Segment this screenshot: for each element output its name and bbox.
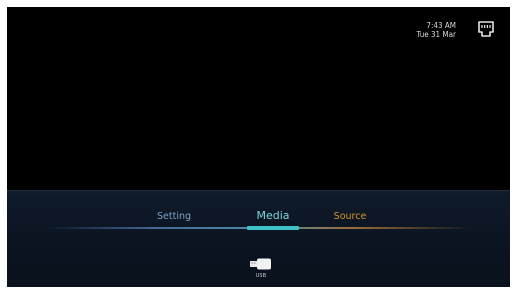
usb-label: USB	[255, 273, 267, 279]
menu-panel: Setting Media Source USB	[7, 190, 510, 287]
selected-tab-indicator	[247, 226, 299, 230]
tab-setting[interactable]: Setting	[157, 211, 191, 223]
usb-media-item[interactable]: USB	[249, 258, 273, 279]
tab-media[interactable]: Media	[256, 210, 289, 222]
tab-source[interactable]: Source	[334, 211, 367, 223]
clock-date: Tue 31 Mar	[416, 30, 456, 39]
clock-time: 7:43 AM	[426, 21, 456, 30]
menu-tabs: Setting Media Source	[7, 191, 510, 231]
usb-drive-icon	[250, 258, 271, 270]
clock: 7:43 AM Tue 31 Mar	[417, 21, 456, 39]
tv-screen: 7:43 AM Tue 31 Mar Setting Media Source …	[7, 7, 510, 287]
ethernet-icon	[478, 21, 494, 37]
